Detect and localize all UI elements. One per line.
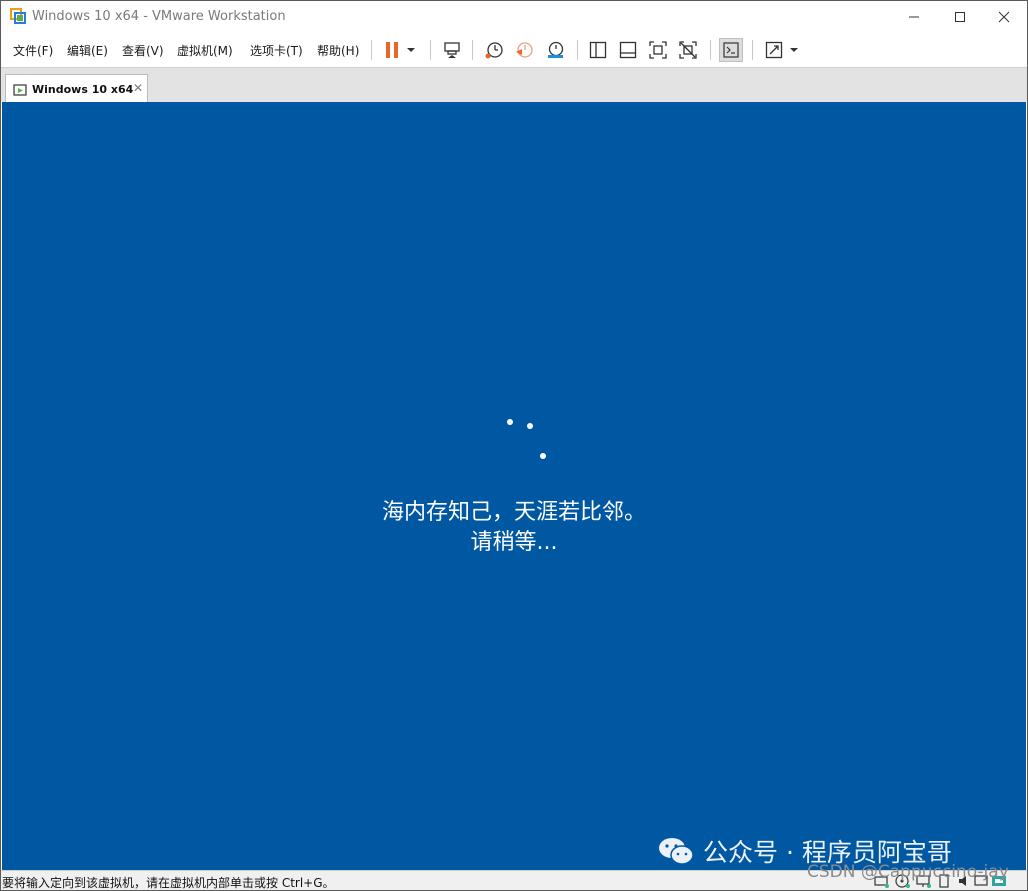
show-thumbnail-button[interactable] — [617, 39, 639, 61]
full-screen-icon — [649, 41, 667, 59]
menu-help[interactable]: 帮助(H) — [317, 42, 359, 59]
status-message: 要将输入定向到该虚拟机，请在虚拟机内部单击或按 Ctrl+G。 — [2, 876, 335, 890]
toolbar-separator — [430, 40, 431, 60]
csdn-watermark: CSDN @Cappuccino-jay — [807, 862, 1009, 882]
menu-view[interactable]: 查看(V) — [122, 42, 164, 59]
minimize-icon — [909, 16, 919, 18]
unity-button[interactable] — [677, 39, 699, 61]
menu-edit[interactable]: 编辑(E) — [67, 42, 108, 59]
tab-strip: Windows 10 x64 ✕ — [1, 67, 1027, 103]
tab-close-icon[interactable]: ✕ — [133, 81, 143, 95]
setup-message: 海内存知己，天涯若比邻。 — [381, 500, 646, 525]
send-ctrl-alt-del-icon — [444, 42, 460, 58]
show-thumbnail-icon — [619, 41, 637, 59]
pause-icon — [386, 42, 398, 58]
revert-snapshot-icon — [516, 42, 533, 58]
title-bar[interactable]: Windows 10 x64 - VMware Workstation — [1, 1, 1027, 33]
toolbar-separator — [752, 40, 753, 60]
hard-disk-activity-led — [885, 884, 889, 888]
toolbar-separator — [577, 40, 578, 60]
menu-tabs[interactable]: 选项卡(T) — [250, 42, 303, 59]
loading-dot — [540, 453, 546, 459]
wechat-icon — [659, 838, 694, 865]
dropdown-arrow-icon — [790, 48, 798, 52]
unity-icon — [679, 41, 697, 59]
tab-windows-10-x64[interactable]: Windows 10 x64 ✕ — [5, 74, 148, 103]
menu-vm[interactable]: 虚拟机(M) — [177, 42, 233, 59]
toolbar-separator — [472, 40, 473, 60]
power-dropdown[interactable] — [403, 39, 419, 61]
vm-guest-screen[interactable]: 海内存知己，天涯若比邻。 请稍等... — [2, 102, 1026, 870]
minimize-button[interactable] — [891, 1, 937, 33]
console-view-icon — [723, 42, 739, 58]
maximize-button[interactable] — [937, 1, 983, 33]
stretch-dropdown[interactable] — [786, 39, 802, 61]
vmware-window: Windows 10 x64 - VMware Workstation 文件(F… — [0, 0, 1028, 891]
toolbar-separator — [371, 40, 372, 60]
vm-icon — [13, 84, 27, 96]
loading-dot — [527, 423, 533, 429]
revert-snapshot-button[interactable] — [513, 39, 535, 61]
dropdown-arrow-icon — [407, 48, 415, 52]
tab-label: Windows 10 x64 — [32, 83, 134, 96]
cd-drive-activity-led — [906, 884, 910, 888]
console-view-button[interactable] — [719, 38, 743, 62]
pause-button[interactable] — [381, 39, 403, 61]
snapshot-icon — [485, 42, 503, 59]
network-activity-led — [927, 884, 931, 888]
please-wait-message: 请稍等... — [470, 530, 558, 555]
menu-toolbar: 文件(F) 编辑(E) 查看(V) 虚拟机(M) 选项卡(T) 帮助(H) — [1, 33, 1027, 67]
close-button[interactable] — [981, 1, 1027, 33]
toolbar-separator — [710, 40, 711, 60]
show-library-icon — [589, 41, 607, 59]
vmware-icon — [10, 8, 26, 24]
stretch-icon — [765, 41, 783, 59]
stretch-button[interactable] — [763, 39, 785, 61]
snapshot-button[interactable] — [483, 39, 505, 61]
snapshot-manager-button[interactable] — [544, 39, 566, 61]
loading-dot — [507, 419, 513, 425]
maximize-icon — [955, 12, 965, 22]
send-ctrl-alt-del-button[interactable] — [441, 39, 463, 61]
close-icon — [998, 11, 1010, 23]
snapshot-manager-icon — [548, 41, 564, 58]
show-library-button[interactable] — [587, 39, 609, 61]
full-screen-button[interactable] — [647, 39, 669, 61]
menu-file[interactable]: 文件(F) — [13, 42, 53, 59]
window-title: Windows 10 x64 - VMware Workstation — [32, 9, 286, 24]
